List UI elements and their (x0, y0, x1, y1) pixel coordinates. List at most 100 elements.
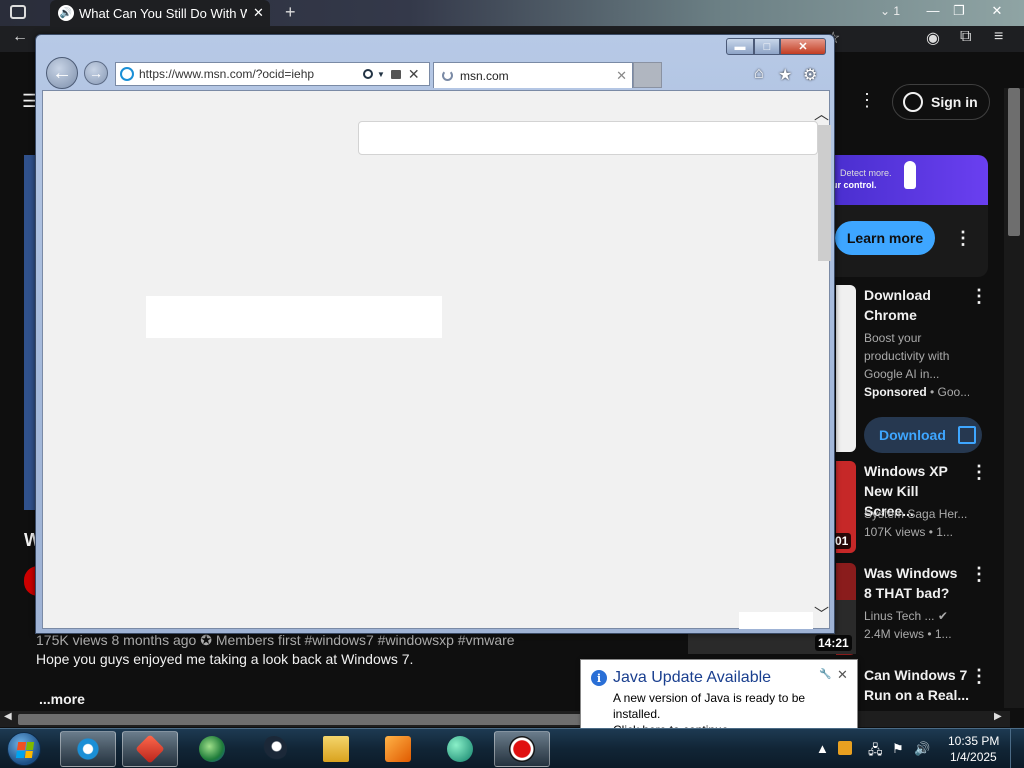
info-icon: i (591, 670, 607, 686)
ie-forward-button[interactable]: → (84, 61, 108, 85)
tab-close-icon[interactable]: ✕ (253, 5, 264, 21)
download-chrome-button[interactable]: Download (864, 417, 982, 453)
sponsored-description: Boost your productivity with Google AI i… (864, 331, 950, 381)
windows-logo-icon (15, 742, 35, 758)
taskbar-ie-button[interactable] (60, 731, 116, 767)
settings-kebab-icon[interactable]: ⋮ (858, 90, 876, 111)
sponsored-label: Sponsored (864, 385, 927, 399)
address-url: https://www.msn.com/?ocid=iehp (139, 67, 315, 81)
ie-new-tab-button[interactable] (633, 62, 662, 88)
rec-more-icon[interactable]: ⋮ (970, 462, 988, 483)
sponsored-more-icon[interactable]: ⋮ (970, 286, 988, 307)
rec-more-icon[interactable]: ⋮ (970, 564, 988, 585)
ad-banner[interactable]: Detect more. ur control. (832, 155, 988, 205)
tab-actions-icon[interactable] (10, 5, 26, 19)
ie-scroll-thumb[interactable] (818, 125, 831, 261)
verified-icon: ✔ (937, 609, 948, 623)
loading-spinner-icon (442, 70, 453, 81)
sign-in-label: Sign in (931, 94, 978, 110)
network-icon[interactable]: 🖧 (868, 741, 883, 763)
back-icon[interactable]: ← (12, 28, 28, 46)
learn-more-button[interactable]: Learn more (835, 221, 935, 255)
java-popup-line-1: A new version of Java is ready to be ins… (613, 691, 806, 721)
java-popup-title: Java Update Available (613, 669, 772, 686)
new-tab-button[interactable]: + (285, 2, 296, 23)
horizontal-scrollbar[interactable]: ◀ ▶ (0, 711, 1010, 727)
steam-icon (261, 736, 287, 762)
close-window-button[interactable]: ✕ (982, 0, 1012, 22)
dropdown-icon[interactable]: ▼ (377, 70, 385, 79)
taskbar-app-button[interactable] (432, 731, 488, 767)
taskbar-app-button[interactable] (184, 731, 240, 767)
home-icon[interactable]: ⌂ (754, 65, 764, 83)
rec-more-icon[interactable]: ⋮ (970, 666, 988, 687)
ie-minimize-button[interactable]: ▬ (726, 38, 754, 55)
taskbar-steam-button[interactable] (246, 731, 302, 767)
ad-line-2: ur control. (832, 180, 877, 190)
java-update-notification[interactable]: i Java Update Available 🔧 ✕ A new versio… (580, 659, 858, 738)
search-icon[interactable] (363, 69, 373, 79)
maximize-button[interactable]: ❐ (944, 0, 974, 22)
taskbar-recorder-button[interactable] (494, 731, 550, 767)
tab-youtube-video[interactable]: 🔊 What Can You Still Do With Win ✕ (50, 0, 270, 26)
ad-more-icon[interactable]: ⋮ (954, 228, 972, 249)
volume-icon[interactable]: 🔊 (914, 741, 930, 757)
rec-stats: 107K views • 1... (864, 525, 953, 539)
rec-duration: 14:21 (815, 635, 852, 651)
ad-robot-icon (904, 161, 916, 189)
sign-in-button[interactable]: Sign in (892, 84, 990, 120)
show-desktop-button[interactable] (1010, 729, 1024, 768)
tools-gear-icon[interactable]: ⚙ (803, 65, 817, 85)
ie-logo-icon (120, 67, 134, 81)
ie-address-bar[interactable]: https://www.msn.com/?ocid=iehp ▼ ✕ (115, 62, 430, 86)
vertical-scrollbar[interactable] (1004, 88, 1024, 708)
sponsored-title[interactable]: Download Chrome (864, 285, 969, 325)
rec-channel[interactable]: Linus Tech ... ✔ (864, 607, 969, 625)
rec-channel[interactable]: System Saga Her... (864, 505, 969, 523)
lock-icon[interactable] (390, 69, 401, 79)
scroll-left-icon[interactable]: ◀ (4, 711, 12, 722)
rec-title[interactable]: Can Windows 7 Run on a Real... (864, 665, 969, 705)
download-manager-icon (199, 736, 225, 762)
action-center-flag-icon[interactable]: ⚑ (892, 741, 904, 757)
audio-playing-icon[interactable]: 🔊 (58, 5, 74, 21)
java-popup-close-icon[interactable]: ✕ (837, 667, 848, 683)
taskbar-explorer-button[interactable] (308, 731, 364, 767)
ie-vertical-scrollbar[interactable]: ︿ ﹀ (813, 103, 831, 628)
description-more-link[interactable]: ...more (39, 691, 85, 707)
ie-close-button[interactable]: ✕ (780, 38, 826, 55)
taskbar-media-player-button[interactable] (370, 731, 426, 767)
menu-icon[interactable]: ≡ (994, 28, 1003, 46)
start-button[interactable] (7, 732, 41, 766)
ie-window[interactable]: ▬ □ ✕ ← → https://www.msn.com/?ocid=iehp… (35, 34, 835, 634)
msn-search-box[interactable] (358, 121, 818, 155)
outer-tab-strip: 🔊 What Can You Still Do With Win ✕ + ⌄ 1… (0, 0, 1024, 26)
favorites-star-icon[interactable]: ★ (778, 65, 792, 85)
person-icon (903, 92, 923, 112)
vertical-scroll-thumb[interactable] (1008, 88, 1020, 236)
tab-title: What Can You Still Do With Win (79, 5, 247, 21)
msn-placeholder-block (146, 296, 442, 338)
ie-page-content: ︿ ﹀ (42, 90, 831, 629)
ie-maximize-button[interactable]: □ (754, 38, 780, 55)
sponsored-thumbnail[interactable] (836, 285, 856, 452)
taskbar-app-button[interactable] (122, 731, 178, 767)
profile-icon[interactable]: ◉ (926, 28, 940, 48)
rec-title[interactable]: Was Windows 8 THAT bad? (864, 563, 969, 603)
scroll-up-icon[interactable]: ︿ (814, 103, 829, 124)
description-meta: 175K views 8 months ago ✪ Members first … (36, 632, 515, 648)
tab-count: 1 (893, 4, 901, 18)
options-wrench-icon[interactable]: 🔧 (819, 669, 831, 680)
clock-date[interactable]: 1/4/2025 (950, 750, 997, 764)
scroll-right-icon[interactable]: ▶ (994, 711, 1002, 722)
ie-back-button[interactable]: ← (46, 57, 78, 89)
show-hidden-icons-arrow[interactable]: ▲ (816, 741, 829, 756)
java-tray-icon[interactable] (838, 741, 852, 755)
tab-search-dropdown[interactable]: ⌄ 1 (880, 4, 900, 18)
extensions-icon[interactable]: ⧉ (960, 28, 971, 46)
stop-icon[interactable]: ✕ (408, 66, 420, 83)
scroll-down-icon[interactable]: ﹀ (814, 603, 829, 624)
ie-tab-msn[interactable]: msn.com ✕ (433, 62, 633, 88)
ie-tab-close-icon[interactable]: ✕ (616, 68, 627, 84)
clock-time[interactable]: 10:35 PM (948, 734, 999, 748)
